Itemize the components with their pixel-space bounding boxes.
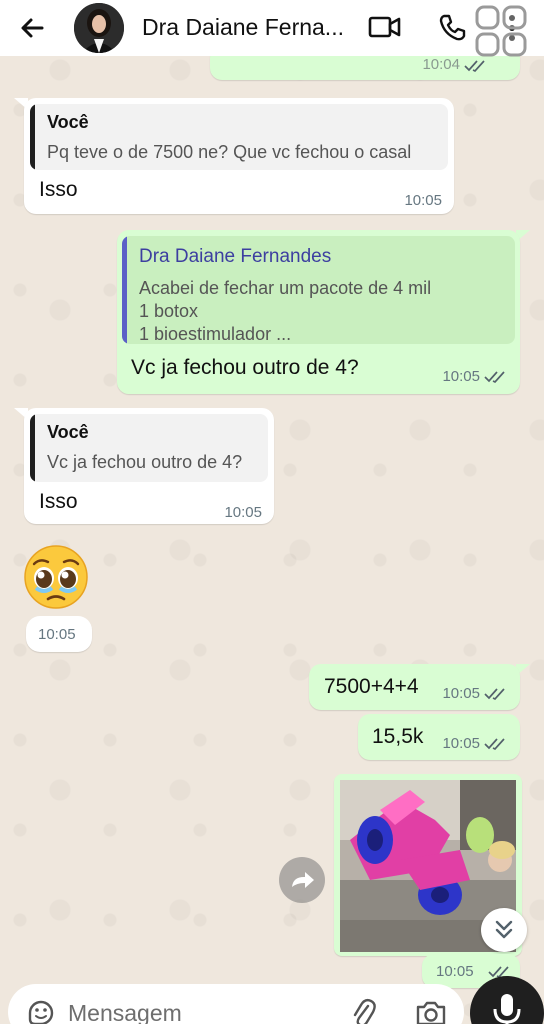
camera-icon[interactable] (414, 998, 448, 1024)
forward-icon (292, 872, 314, 888)
quote-bar (122, 236, 127, 344)
message-time: 10:05 (404, 192, 442, 209)
read-receipt-icon (484, 687, 508, 701)
microphone-icon (493, 994, 521, 1024)
avatar[interactable] (74, 3, 124, 53)
message-bubble-incoming[interactable]: Você Vc ja fechou outro de 4? Isso 10:05 (24, 408, 274, 524)
message-composer (8, 984, 464, 1024)
message-text: Isso (39, 490, 78, 513)
message-text: Isso (39, 178, 78, 201)
read-receipt-icon (464, 59, 488, 73)
message-time-chip: 10:05 (26, 616, 92, 652)
quote-author: Você (47, 422, 89, 442)
paperclip-icon[interactable] (348, 996, 378, 1024)
quoted-message[interactable]: Você Pq teve o de 7500 ne? Que vc fechou… (30, 104, 448, 170)
quoted-message[interactable]: Dra Daiane Fernandes Acabei de fechar um… (122, 236, 515, 344)
message-time: 10:05 (442, 685, 480, 702)
quote-text-line: 1 bioestimulador ... (139, 324, 292, 344)
quote-bar (30, 414, 35, 482)
chevron-double-down-icon (495, 920, 513, 939)
forward-button[interactable] (279, 857, 325, 903)
quote-author: Você (47, 112, 89, 132)
quote-text-line: 1 botox (139, 301, 199, 321)
phone-icon[interactable] (436, 12, 468, 44)
voice-message-button[interactable] (470, 976, 544, 1024)
message-bubble-outgoing[interactable]: 7500+4+4 10:05 (309, 664, 520, 710)
contact-name[interactable]: Dra Daiane Ferna... (142, 14, 347, 41)
message-time: 10:05 (224, 504, 262, 521)
message-bubble-outgoing[interactable]: Dra Daiane Fernandes Acabei de fechar um… (117, 230, 520, 394)
message-time: 10:05 (436, 963, 474, 980)
back-arrow-icon[interactable] (16, 12, 48, 44)
quoted-message[interactable]: Você Vc ja fechou outro de 4? (30, 414, 268, 482)
message-bubble-outgoing[interactable]: 15,5k 10:05 (358, 714, 520, 760)
message-time: 10:05 (442, 368, 480, 385)
pleading-face-emoji (24, 545, 88, 609)
quote-text: Vc ja fechou outro de 4? (47, 452, 243, 472)
message-time: 10:05 (38, 626, 76, 643)
quote-bar (30, 104, 35, 170)
message-bubble-incoming[interactable]: Você Pq teve o de 7500 ne? Que vc fechou… (24, 98, 454, 214)
message-text: Vc ja fechou outro de 4? (131, 356, 359, 379)
app-grid-overlay-icon[interactable] (472, 2, 530, 60)
sticker-emoji-icon[interactable] (26, 998, 56, 1024)
quote-text-line: Acabei de fechar um pacote de 4 mil (139, 278, 432, 298)
chat-header: Dra Daiane Ferna... (0, 0, 544, 56)
video-call-icon[interactable] (368, 12, 402, 42)
message-time: 10:04 (422, 56, 460, 73)
message-input[interactable] (68, 998, 328, 1024)
read-receipt-icon (484, 370, 508, 384)
quote-text: Pq teve o de 7500 ne? Que vc fechou o ca… (47, 142, 412, 162)
message-time: 10:05 (442, 735, 480, 752)
message-text: 7500+4+4 (324, 675, 419, 698)
emoji-message[interactable] (22, 544, 90, 610)
message-text: 15,5k (372, 725, 424, 748)
scroll-to-bottom-button[interactable] (481, 908, 527, 952)
read-receipt-icon (484, 737, 508, 751)
quote-author: Dra Daiane Fernandes (139, 246, 332, 267)
